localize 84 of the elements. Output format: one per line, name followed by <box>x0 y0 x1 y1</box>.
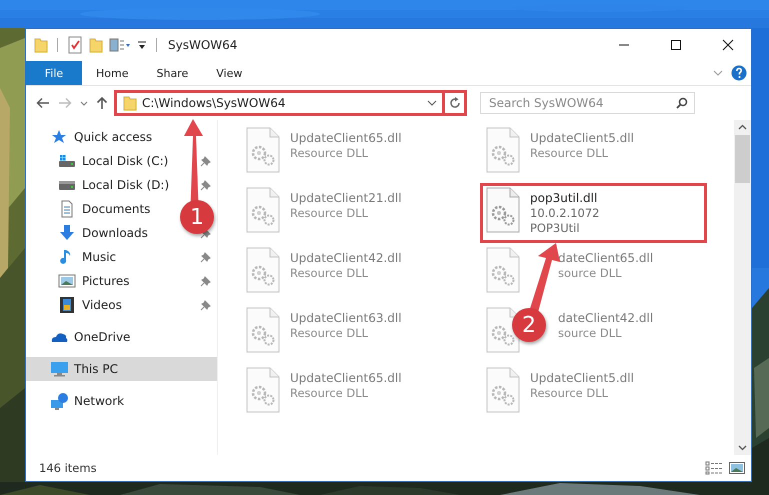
file-detail: 10.0.2.1072 <box>530 206 600 220</box>
up-button[interactable] <box>94 94 110 112</box>
navigation-item[interactable]: Pictures <box>82 274 130 288</box>
forward-arrow-icon <box>58 97 72 109</box>
file-name[interactable]: UpdateClient5.dll <box>530 131 634 145</box>
monitor-icon <box>50 360 68 378</box>
customize-toolbar-icon[interactable] <box>137 39 147 51</box>
window-title: SysWOW64 <box>168 38 238 52</box>
file-gear-icon <box>486 127 520 173</box>
ribbon-tab[interactable]: Home <box>82 61 142 85</box>
file-name[interactable]: pop3util.dll <box>530 191 600 205</box>
file-detail: Resource DLL <box>530 146 610 160</box>
file-detail: Resource DLL <box>290 266 370 280</box>
file-gear-icon <box>486 307 520 353</box>
search-field[interactable]: Search SysWOW64 <box>480 92 695 114</box>
file-detail: Resource DLL <box>290 386 370 400</box>
pin-icon[interactable] <box>200 252 211 262</box>
film-icon <box>58 296 76 314</box>
picture-icon <box>58 272 76 290</box>
file-gear-icon <box>486 247 520 293</box>
address-field[interactable]: C:\Windows\SysWOW64 <box>114 90 467 116</box>
drive-icon <box>58 152 76 170</box>
close-icon <box>722 39 734 51</box>
maximize-icon <box>670 39 682 51</box>
recent-locations-button[interactable] <box>78 98 90 108</box>
download-arrow-icon <box>58 224 76 242</box>
navigation-item[interactable]: Documents <box>82 202 150 216</box>
help-icon[interactable] <box>731 65 747 81</box>
file-name[interactable]: UpdateClient65.dll <box>290 131 402 145</box>
address-path: C:\Windows\SysWOW64 <box>142 96 286 110</box>
file-detail: source DLL <box>558 326 623 340</box>
file-gear-icon <box>246 307 280 353</box>
properties-icon[interactable] <box>67 36 83 54</box>
file-name[interactable]: dateClient42.dll <box>558 311 654 325</box>
item-count: 146 items <box>39 461 97 475</box>
file-detail: Resource DLL <box>290 146 370 160</box>
navigation-item[interactable]: This PC <box>74 362 118 376</box>
file-detail: Resource DLL <box>530 386 610 400</box>
navigation-item[interactable]: Videos <box>82 298 122 312</box>
large-icons-view-icon[interactable] <box>729 461 745 475</box>
file-gear-icon <box>486 187 520 233</box>
file-name[interactable]: UpdateClient65.dll <box>290 371 402 385</box>
navigation-item[interactable]: OneDrive <box>74 330 130 344</box>
back-arrow-icon <box>36 97 50 109</box>
file-name[interactable]: UpdateClient42.dll <box>290 251 402 265</box>
navigation-item[interactable]: Music <box>82 250 116 264</box>
caret-icon <box>80 100 88 106</box>
expand-ribbon-icon[interactable] <box>713 69 723 77</box>
navigation-item[interactable]: Downloads <box>82 226 148 240</box>
network-icon <box>50 392 68 410</box>
scrollbar-thumb[interactable] <box>735 135 750 183</box>
pin-icon[interactable] <box>200 300 211 310</box>
caret-icon[interactable] <box>427 99 437 107</box>
file-name[interactable]: UpdateClient63.dll <box>290 311 402 325</box>
up-arrow-icon <box>96 96 108 110</box>
file-gear-icon <box>246 367 280 413</box>
star-icon <box>50 128 68 146</box>
refresh-icon <box>448 97 460 109</box>
scrollbar[interactable] <box>734 120 751 455</box>
file-gear-icon <box>486 367 520 413</box>
file-name[interactable]: dateClient65.dll <box>558 251 654 265</box>
file-detail: Resource DLL <box>290 206 370 220</box>
file-detail: POP3Util <box>530 221 581 235</box>
navigation-item[interactable]: Local Disk (D:) <box>82 178 170 192</box>
navigation-item[interactable]: Local Disk (C:) <box>82 154 168 168</box>
file-menu-button[interactable]: File <box>26 61 82 85</box>
file-detail: source DLL <box>558 266 623 280</box>
ribbon-tab[interactable]: Share <box>142 61 202 85</box>
pin-icon[interactable] <box>200 156 211 166</box>
file-gear-icon <box>246 247 280 293</box>
view-layout-icon[interactable] <box>109 37 131 53</box>
file-gear-icon <box>246 187 280 233</box>
file-name[interactable]: UpdateClient21.dll <box>290 191 402 205</box>
file-detail: Resource DLL <box>290 326 370 340</box>
pin-icon[interactable] <box>200 180 211 190</box>
pin-icon[interactable] <box>200 276 211 286</box>
navigation-item[interactable]: Quick access <box>74 130 152 144</box>
details-view-icon[interactable] <box>705 461 723 475</box>
file-name[interactable]: UpdateClient5.dll <box>530 371 634 385</box>
search-icon[interactable] <box>676 97 688 109</box>
folder-icon <box>123 95 137 111</box>
file-gear-icon <box>246 127 280 173</box>
navigation-item[interactable]: Network <box>74 394 124 408</box>
ribbon-tab[interactable]: View <box>202 61 256 85</box>
